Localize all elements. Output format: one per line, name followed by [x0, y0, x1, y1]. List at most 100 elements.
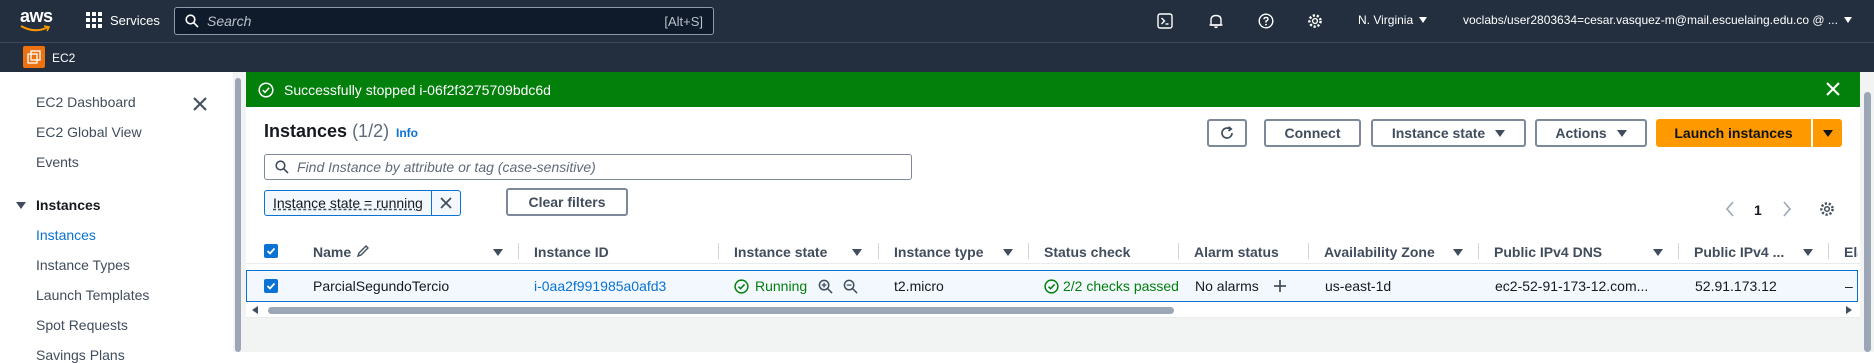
scroll-right-icon[interactable] [1846, 306, 1853, 314]
cell-name: ParcialSegundoTercio [313, 278, 450, 294]
connect-button[interactable]: Connect [1264, 119, 1361, 147]
search-icon [275, 160, 289, 174]
vertical-scroll-thumb[interactable] [1864, 92, 1871, 352]
top-navigation-bar: aws Services Search [Alt+S] N. Virginia … [0, 0, 1874, 42]
caret-down-icon [1822, 129, 1833, 137]
service-bar: EC2 [0, 42, 1874, 72]
bell-icon [1209, 14, 1223, 29]
sidebar-item-ec2-dashboard[interactable]: EC2 Dashboard [36, 94, 136, 110]
cell-public-ipv4-dns: ec2-52-91-173-12.com... [1495, 278, 1649, 294]
select-all-checkbox[interactable] [264, 244, 278, 258]
column-header-public-ipv4[interactable]: Public IPv4 ... [1694, 244, 1784, 260]
filter-token-label[interactable]: Instance state = running [265, 191, 432, 215]
close-navigation-icon[interactable] [192, 96, 208, 112]
actions-button[interactable]: Actions [1535, 119, 1647, 147]
cloudshell-button[interactable] [1155, 11, 1175, 31]
sidebar-scrollbar[interactable] [233, 72, 243, 352]
page-vertical-scrollbar[interactable] [1861, 72, 1874, 352]
zoom-out-icon[interactable] [843, 279, 858, 294]
sort-caret-icon[interactable] [1003, 249, 1013, 256]
launch-instances-label: Launch instances [1674, 125, 1793, 141]
horizontal-scroll-thumb[interactable] [268, 307, 1174, 314]
previous-page-icon[interactable] [1725, 201, 1735, 217]
connect-label: Connect [1284, 125, 1341, 141]
column-divider[interactable] [718, 243, 719, 259]
sidebar-item-events[interactable]: Events [36, 154, 79, 170]
add-alarm-icon[interactable] [1273, 279, 1287, 293]
actions-label: Actions [1555, 125, 1607, 141]
cell-availability-zone: us-east-1d [1325, 278, 1392, 294]
ec2-service-icon[interactable] [23, 46, 45, 68]
service-label[interactable]: EC2 [52, 51, 75, 65]
refresh-button[interactable] [1207, 119, 1247, 147]
sort-caret-icon[interactable] [852, 249, 862, 256]
row-checkbox[interactable] [264, 279, 278, 293]
column-header-availability-zone[interactable]: Availability Zone [1324, 244, 1435, 260]
column-divider[interactable] [1828, 243, 1829, 259]
column-header-status-check[interactable]: Status check [1044, 244, 1130, 260]
global-search-input[interactable]: Search [Alt+S] [174, 7, 714, 35]
cell-status-check[interactable]: 2/2 checks passed [1063, 278, 1181, 294]
sidebar-section-instances[interactable]: Instances [16, 197, 101, 213]
success-flash-bar: Successfully stopped i-06f2f3275709bdc6d [246, 72, 1860, 107]
column-divider[interactable] [1308, 243, 1309, 259]
caret-down-icon [1843, 17, 1852, 23]
column-divider[interactable] [1178, 243, 1179, 259]
services-menu-button[interactable]: Services [86, 12, 160, 28]
zoom-in-icon[interactable] [818, 279, 833, 294]
help-button[interactable] [1256, 11, 1276, 31]
sort-caret-icon[interactable] [1653, 249, 1663, 256]
edit-pencil-icon[interactable] [356, 244, 370, 258]
column-header-alarm-status[interactable]: Alarm status [1194, 244, 1279, 260]
column-header-instance-id[interactable]: Instance ID [534, 244, 609, 260]
table-preferences-icon[interactable] [1819, 201, 1835, 217]
column-divider[interactable] [1678, 243, 1679, 259]
sidebar-item-spot-requests[interactable]: Spot Requests [36, 317, 128, 333]
launch-instances-dropdown[interactable] [1812, 119, 1842, 147]
column-header-elastic-ip[interactable]: Ela [1844, 244, 1858, 260]
launch-instances-button[interactable]: Launch instances [1656, 119, 1811, 147]
caret-down-icon [16, 201, 26, 209]
sort-caret-icon[interactable] [493, 249, 503, 256]
sidebar-item-savings-plans[interactable]: Savings Plans [36, 347, 125, 363]
help-icon [1258, 13, 1274, 29]
instance-state-button[interactable]: Instance state [1371, 119, 1526, 147]
aws-logo[interactable]: aws [20, 6, 56, 32]
remove-filter-button[interactable] [432, 191, 460, 215]
info-link[interactable]: Info [396, 126, 418, 140]
cell-instance-id-link[interactable]: i-0aa2f991985a0afd3 [534, 278, 666, 294]
column-header-public-ipv4-dns[interactable]: Public IPv4 DNS [1494, 244, 1602, 260]
column-header-instance-state[interactable]: Instance state [734, 244, 827, 260]
settings-button[interactable] [1305, 11, 1325, 31]
region-selector[interactable]: N. Virginia [1358, 13, 1428, 27]
sidebar-item-ec2-global-view[interactable]: EC2 Global View [36, 124, 142, 140]
column-divider[interactable] [518, 243, 519, 259]
sort-caret-icon[interactable] [1453, 249, 1463, 256]
column-divider[interactable] [1028, 243, 1029, 259]
cell-public-ipv4: 52.91.173.12 [1695, 278, 1777, 294]
sidebar-item-instance-types[interactable]: Instance Types [36, 257, 130, 273]
clear-filters-button[interactable]: Clear filters [506, 188, 628, 216]
find-instance-input[interactable]: Find Instance by attribute or tag (case-… [264, 154, 912, 180]
sidebar-item-launch-templates[interactable]: Launch Templates [36, 287, 149, 303]
column-divider[interactable] [878, 243, 879, 259]
notifications-button[interactable] [1206, 11, 1226, 31]
dismiss-flash-icon[interactable] [1826, 82, 1840, 96]
sort-caret-icon[interactable] [1803, 249, 1813, 256]
search-placeholder: Search [207, 13, 252, 29]
table-horizontal-scrollbar[interactable] [246, 303, 1860, 317]
lower-content-area [246, 317, 1860, 352]
page-number[interactable]: 1 [1754, 202, 1762, 218]
next-page-icon[interactable] [1782, 201, 1792, 217]
find-instance-placeholder: Find Instance by attribute or tag (case-… [297, 159, 596, 175]
instance-state-label: Instance state [1391, 125, 1486, 141]
selection-count: (1/2) [352, 121, 390, 141]
sidebar-scroll-thumb[interactable] [235, 78, 241, 352]
column-divider[interactable] [1478, 243, 1479, 259]
scroll-left-icon[interactable] [252, 306, 259, 314]
column-header-instance-type[interactable]: Instance type [894, 244, 983, 260]
filter-token[interactable]: Instance state = running [264, 190, 461, 216]
sidebar-item-instances[interactable]: Instances [36, 227, 96, 243]
account-menu[interactable]: voclabs/user2803634=cesar.vasquez-m@mail… [1463, 13, 1852, 27]
column-header-name[interactable]: Name [313, 244, 351, 260]
